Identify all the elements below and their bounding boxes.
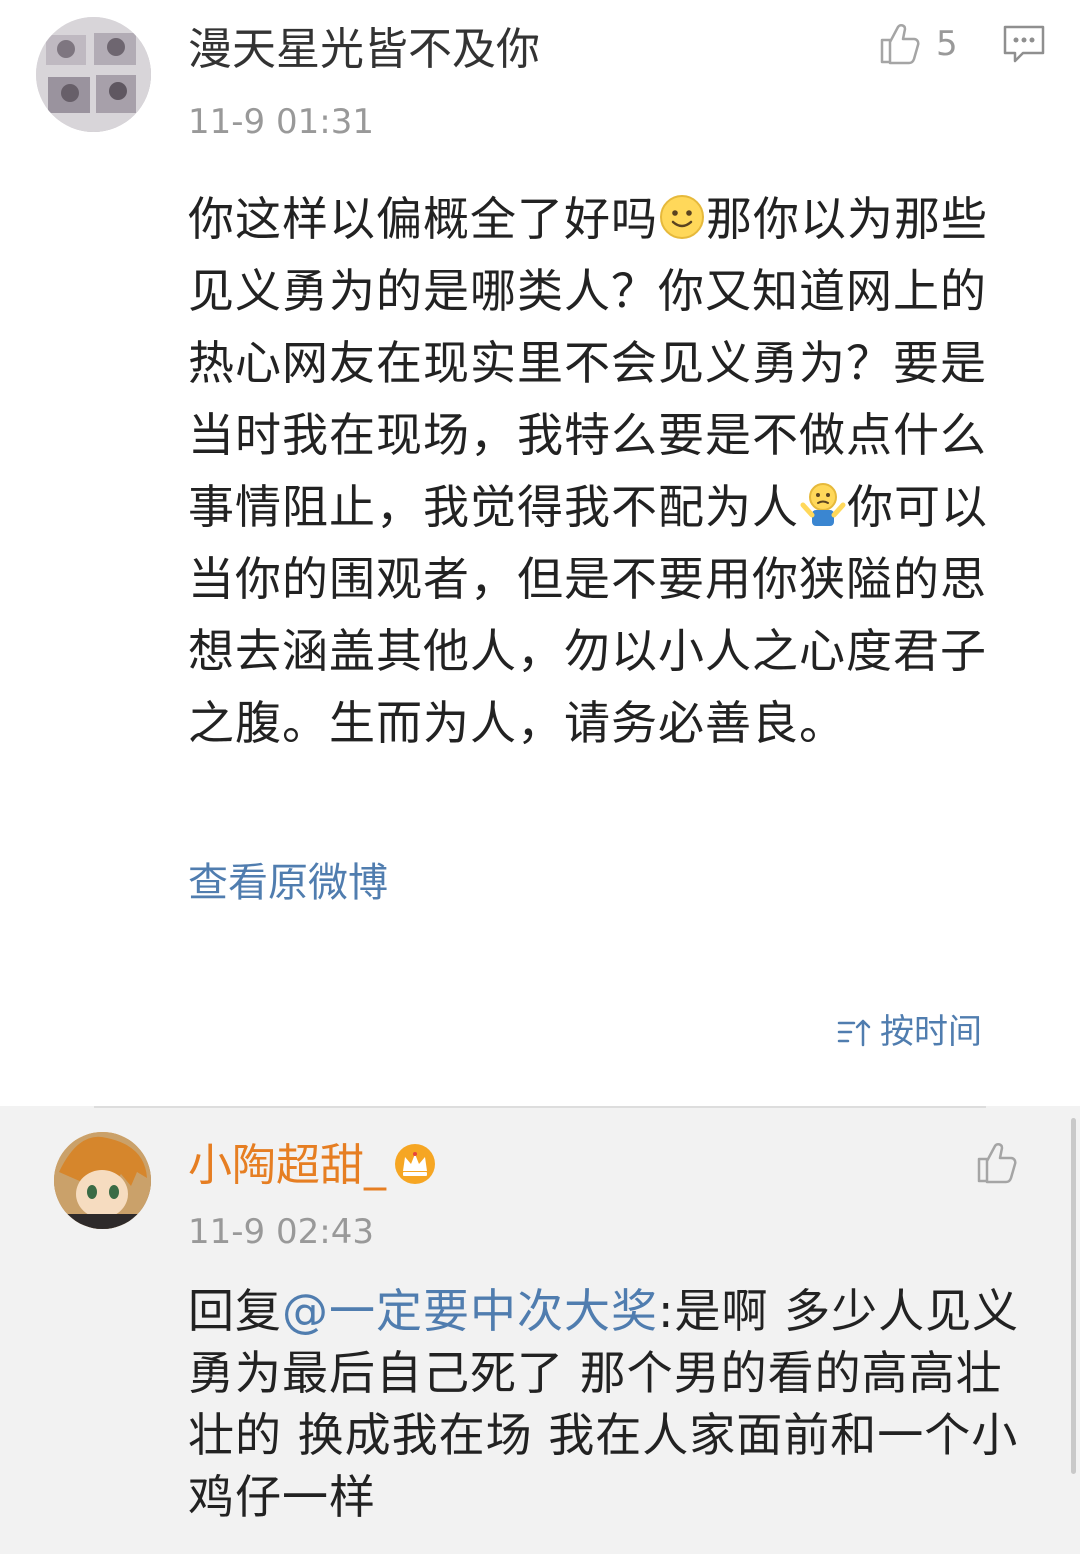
smile-emoji-icon — [658, 189, 706, 239]
main-comment-avatar[interactable] — [36, 17, 151, 132]
main-comment-like-count: 5 — [936, 24, 958, 64]
main-comment-text: 你这样以偏概全了好吗 那你以为那些见义勇为的是哪类人？你又知道网上的热心网友在现… — [188, 183, 1018, 759]
scrollbar[interactable] — [1071, 1118, 1076, 1474]
reply-avatar[interactable] — [54, 1132, 151, 1229]
avatar-image — [36, 17, 151, 132]
reply-mention-link[interactable]: @一定要中次大奖 — [282, 1284, 658, 1338]
comment-icon — [1003, 25, 1045, 63]
reply-like-button[interactable] — [973, 1140, 1019, 1186]
vip-crown-icon — [393, 1142, 437, 1186]
avatar-image — [54, 1132, 151, 1229]
main-comment-timestamp: 11-9 01:31 — [188, 102, 374, 142]
divider — [94, 1106, 986, 1108]
reply-username[interactable]: 小陶超甜_ — [188, 1138, 386, 1194]
shrug-emoji-icon — [799, 477, 847, 526]
reply-comment-button[interactable] — [1000, 20, 1048, 68]
thumbs-up-icon — [977, 1143, 1017, 1184]
reply-timestamp: 11-9 02:43 — [188, 1212, 374, 1252]
main-comment-username[interactable]: 漫天星光皆不及你 — [188, 22, 540, 78]
comment-text-part1: 你这样以偏概全了好吗 — [188, 192, 658, 246]
reply-text: 回复@一定要中次大奖:是啊 多少人见义勇为最后自己死了 那个男的看的高高壮壮的 … — [188, 1280, 1038, 1528]
sort-by-time-button[interactable]: 按时间 — [836, 1010, 982, 1054]
sort-label: 按时间 — [880, 1012, 982, 1052]
thumbs-up-icon — [880, 24, 920, 65]
reply-prefix: 回复 — [188, 1284, 282, 1338]
view-original-weibo-link[interactable]: 查看原微博 — [188, 855, 388, 911]
main-comment-like-button[interactable]: 5 — [876, 20, 958, 68]
sort-icon — [837, 1019, 871, 1047]
